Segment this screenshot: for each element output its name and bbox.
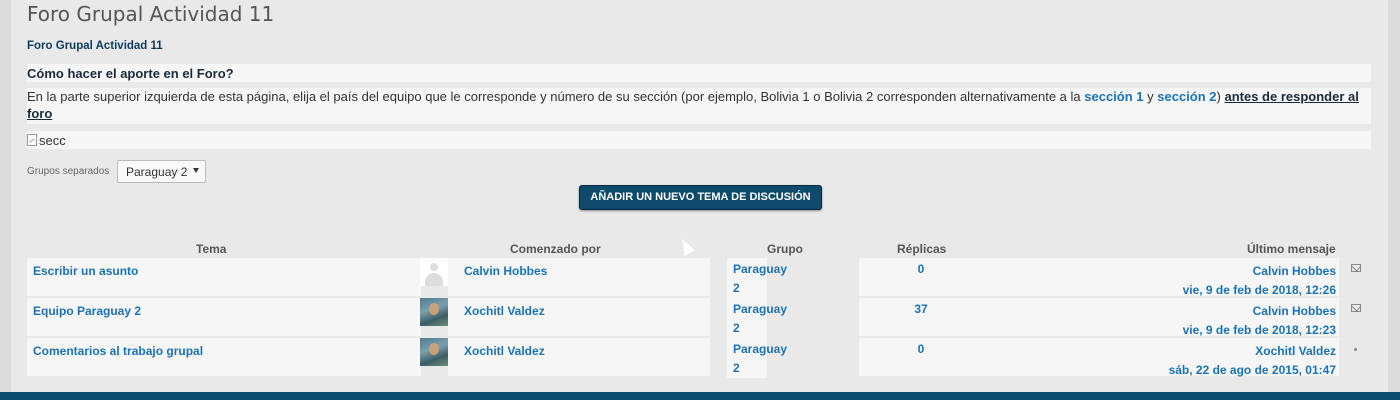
close-paren: ) <box>1216 89 1221 104</box>
author-link[interactable]: Calvin Hobbes <box>464 264 547 278</box>
header-replies: Réplicas <box>897 242 947 256</box>
replies-count[interactable]: 37 <box>891 302 951 316</box>
table-row: Equipo Paraguay 2 <box>27 298 421 336</box>
started-by-cell: Xochitl Valdez <box>448 298 710 336</box>
add-topic-button[interactable]: AÑADIR UN NUEVO TEMA DE DISCUSIÓN <box>579 185 822 210</box>
group-select[interactable]: Paraguay 2 <box>117 160 206 183</box>
section1-link[interactable]: sección 1 <box>1084 89 1143 104</box>
avatar[interactable] <box>420 298 448 326</box>
broken-image-icon <box>27 134 37 146</box>
how-to-heading: Cómo hacer el aporte en el Foro? <box>27 64 1371 82</box>
author-link[interactable]: Xochitl Valdez <box>464 304 545 318</box>
section2-link[interactable]: sección 2 <box>1157 89 1216 104</box>
group-link-number[interactable]: 2 <box>733 279 767 298</box>
topic-link[interactable]: Comentarios al trabajo grupal <box>33 344 203 358</box>
table-row: Comentarios al trabajo grupal <box>27 338 421 376</box>
group-link-number[interactable]: 2 <box>733 359 767 378</box>
mail-icon[interactable] <box>1351 264 1361 272</box>
broken-image: secc <box>27 131 1371 149</box>
started-by-cell: Xochitl Valdez <box>448 338 710 376</box>
groups-label: Grupos separados <box>27 166 110 177</box>
group-select-value: Paraguay 2 <box>126 165 188 179</box>
group-link-number[interactable]: 2 <box>733 319 767 338</box>
forum-page: Foro Grupal Actividad 11 Foro Grupal Act… <box>11 0 1388 392</box>
dot-icon <box>1354 348 1357 351</box>
started-by-cell: Calvin Hobbes <box>448 258 710 296</box>
topic-link[interactable]: Escribir un asunto <box>33 264 138 278</box>
forum-intro: En la parte superior izquierda de esta p… <box>27 88 1371 124</box>
header-group: Grupo <box>767 242 803 256</box>
last-post-date[interactable]: sáb, 22 de ago de 2015, 01:47 <box>859 361 1336 380</box>
avatar[interactable] <box>420 258 448 286</box>
topic-link[interactable]: Equipo Paraguay 2 <box>33 304 141 318</box>
group-cell: Paraguay 2 <box>727 298 787 338</box>
mail-icon[interactable] <box>1351 304 1361 312</box>
group-cell: Paraguay 2 <box>727 258 787 298</box>
header-started-by: Comenzado por <box>510 242 601 256</box>
group-link[interactable]: Paraguay <box>733 340 787 359</box>
header-topic: Tema <box>196 242 227 256</box>
broken-image-alt: secc <box>39 132 66 148</box>
group-cell: Paraguay 2 <box>727 338 787 378</box>
replies-count[interactable]: 0 <box>891 342 951 356</box>
page-title: Foro Grupal Actividad 11 <box>27 2 275 26</box>
replies-count[interactable]: 0 <box>891 262 951 276</box>
avatar[interactable] <box>420 338 448 366</box>
author-link[interactable]: Xochitl Valdez <box>464 344 545 358</box>
and-text: y <box>1143 89 1158 104</box>
intro-text: En la parte superior izquierda de esta p… <box>27 89 1085 104</box>
group-link[interactable]: Paraguay <box>733 260 787 279</box>
footer-bar <box>0 392 1400 400</box>
group-link[interactable]: Paraguay <box>733 300 787 319</box>
table-row: Escribir un asunto <box>27 258 421 296</box>
chevron-down-icon <box>193 168 199 173</box>
forum-name: Foro Grupal Actividad 11 <box>27 40 163 52</box>
header-last-post: Último mensaje <box>1247 242 1336 256</box>
mouse-cursor-icon <box>676 236 696 256</box>
